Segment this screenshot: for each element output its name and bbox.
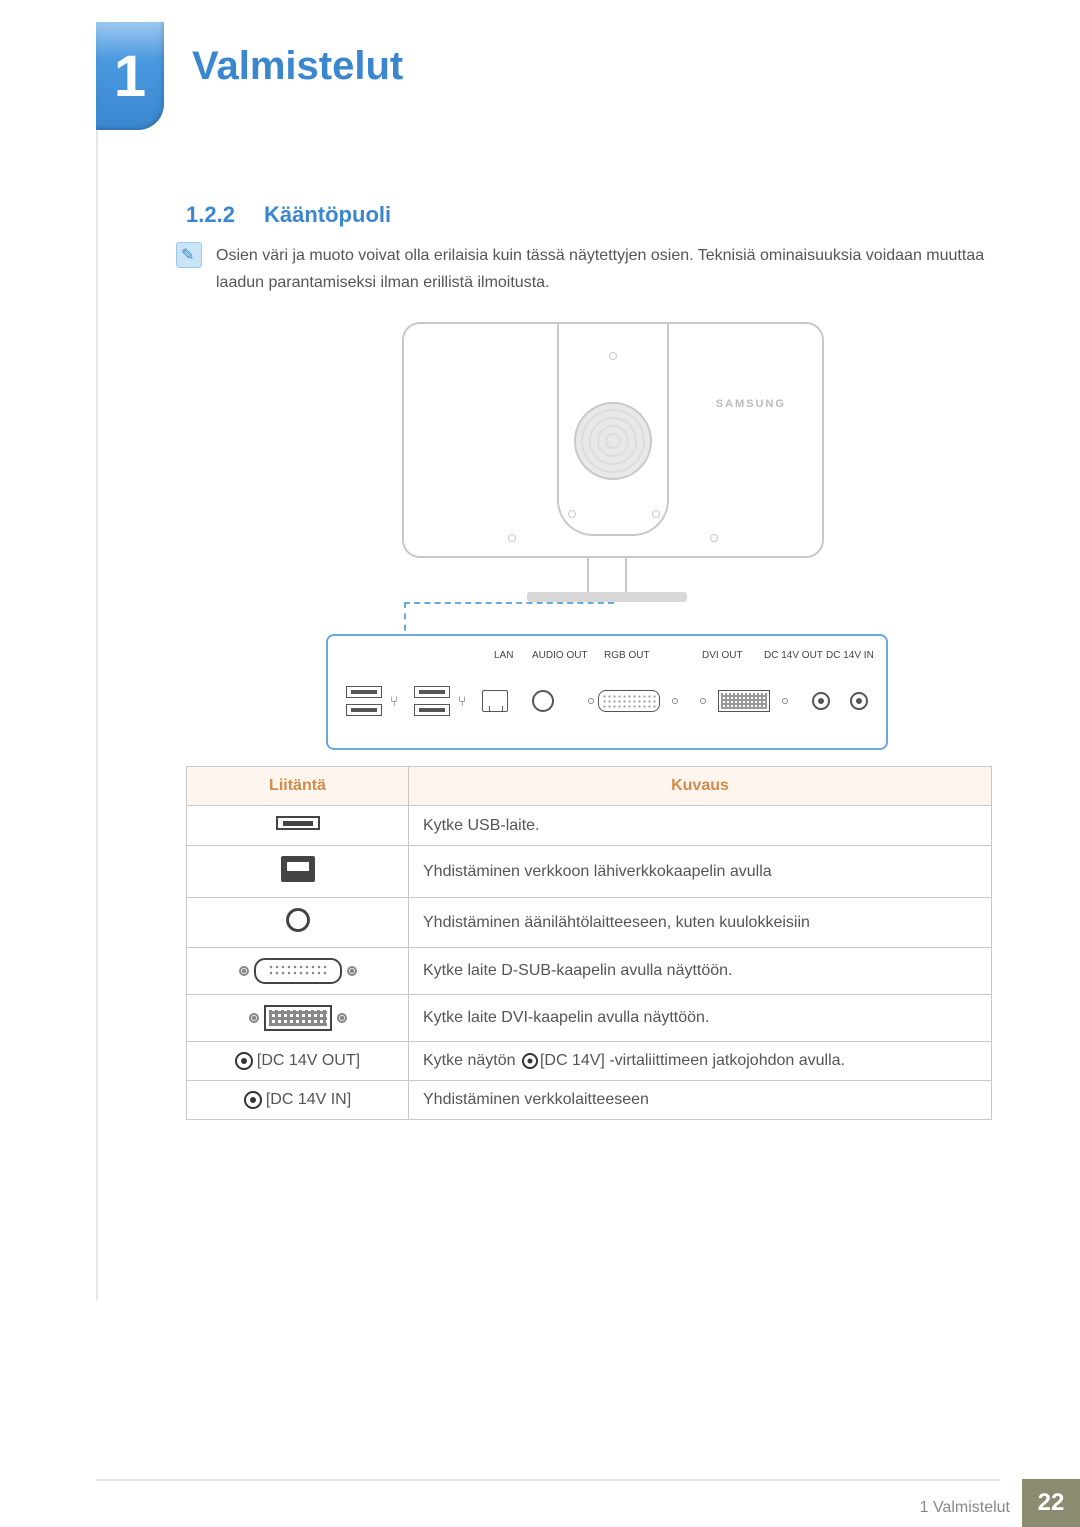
cell-port-dcout: [DC 14V OUT] [187, 1042, 409, 1081]
section-number: 1.2.2 [186, 202, 235, 228]
usb-port-icon [276, 816, 320, 830]
note-icon [176, 242, 202, 268]
vga-port-icon [254, 958, 342, 984]
connector-screw-icon [337, 1013, 347, 1023]
table-row: [DC 14V OUT] Kytke näytön [DC 14V] -virt… [187, 1042, 992, 1081]
usb-symbol-icon: ⑂ [458, 693, 468, 709]
cell-desc: Yhdistäminen äänilähtölaitteeseen, kuten… [409, 898, 992, 948]
connector-screw-icon [239, 966, 249, 976]
lan-port-icon [281, 856, 315, 882]
desc-pre: Kytke näytön [423, 1052, 520, 1069]
port-label-dc-in: DC 14V IN [826, 650, 874, 661]
table-row: Yhdistäminen verkkoon lähiverkkokaapelin… [187, 846, 992, 898]
cell-port-dvi [187, 995, 409, 1042]
screw-icon [568, 510, 576, 518]
section-title: Kääntöpuoli [264, 202, 391, 228]
audio-jack-icon [286, 908, 310, 932]
th-desc: Kuvaus [409, 767, 992, 806]
desc-mid: [DC 14V] [540, 1052, 609, 1069]
note-text: Osien väri ja muoto voivat olla erilaisi… [216, 242, 996, 296]
dc-jack-icon [235, 1052, 253, 1070]
left-margin-rule [96, 22, 98, 1300]
brand-text: SAMSUNG [716, 398, 786, 410]
port-label-dc-out: DC 14V OUT [764, 650, 823, 661]
th-port: Liitäntä [187, 767, 409, 806]
footer-page-number: 22 [1022, 1479, 1080, 1527]
table-row: Yhdistäminen äänilähtölaitteeseen, kuten… [187, 898, 992, 948]
audio-jack-icon [532, 690, 554, 712]
cell-desc: Kytke näytön [DC 14V] -virtaliittimeen j… [409, 1042, 992, 1081]
port-label-audio-out: AUDIO OUT [532, 650, 588, 661]
screw-icon [652, 510, 660, 518]
connector-screw-icon [700, 698, 706, 704]
dvi-port-icon [264, 1005, 332, 1031]
port-label-lan: LAN [494, 650, 513, 661]
chapter-title: Valmistelut [192, 44, 403, 89]
connector-screw-icon [588, 698, 594, 704]
screw-icon [508, 534, 516, 542]
cell-port-lan [187, 846, 409, 898]
cell-port-audio [187, 898, 409, 948]
chapter-number: 1 [114, 43, 146, 110]
table-row: Kytke USB-laite. [187, 806, 992, 846]
monitor-back-outline: SAMSUNG [402, 322, 824, 558]
usb-symbol-icon: ⑂ [390, 693, 400, 709]
dc-jack-icon [522, 1053, 538, 1069]
dc-jack-icon [244, 1091, 262, 1109]
page-footer: 1 Valmistelut 22 [0, 1479, 1080, 1527]
ports-row: ⑂ ⑂ [346, 678, 868, 724]
connector-screw-icon [672, 698, 678, 704]
cell-port-dcin: [DC 14V IN] [187, 1081, 409, 1120]
dc-out-label: [DC 14V OUT] [257, 1052, 360, 1069]
monitor-hinge-icon [574, 402, 652, 480]
cell-port-usb [187, 806, 409, 846]
vga-port-icon [598, 690, 660, 712]
dc-in-label: [DC 14V IN] [266, 1091, 351, 1108]
port-label-rgb-out: RGB OUT [604, 650, 650, 661]
port-description-table: Liitäntä Kuvaus Kytke USB-laite. Yhdistä… [186, 766, 992, 1120]
chapter-number-tab: 1 [96, 22, 164, 130]
footer-rule [96, 1479, 1000, 1481]
screw-icon [710, 534, 718, 542]
cell-desc: Kytke laite DVI-kaapelin avulla näyttöön… [409, 995, 992, 1042]
callout-line [404, 602, 614, 604]
screw-icon [609, 352, 617, 360]
footer-breadcrumb: 1 Valmistelut [920, 1499, 1010, 1517]
rear-view-diagram: SAMSUNG LAN AUDIO OUT RGB OUT DVI OUT DC… [326, 322, 888, 752]
cell-desc: Yhdistäminen verkkolaitteeseen [409, 1081, 992, 1120]
table-row: Kytke laite DVI-kaapelin avulla näyttöön… [187, 995, 992, 1042]
table-row: [DC 14V IN] Yhdistäminen verkkolaitteese… [187, 1081, 992, 1120]
dvi-port-icon [718, 690, 770, 712]
connector-screw-icon [347, 966, 357, 976]
connector-screw-icon [782, 698, 788, 704]
cell-desc: Kytke laite D-SUB-kaapelin avulla näyttö… [409, 948, 992, 995]
dc-jack-icon [812, 692, 830, 710]
port-label-dvi-out: DVI OUT [702, 650, 743, 661]
usb-port-pair-icon [346, 686, 382, 716]
lan-port-icon [482, 690, 508, 712]
cell-desc: Kytke USB-laite. [409, 806, 992, 846]
cell-desc: Yhdistäminen verkkoon lähiverkkokaapelin… [409, 846, 992, 898]
table-header-row: Liitäntä Kuvaus [187, 767, 992, 806]
dc-jack-icon [850, 692, 868, 710]
desc-post: -virtaliittimeen jatkojohdon avulla. [609, 1052, 845, 1069]
cell-port-vga [187, 948, 409, 995]
port-panel: LAN AUDIO OUT RGB OUT DVI OUT DC 14V OUT… [326, 634, 888, 750]
stand-base [527, 592, 687, 602]
table-row: Kytke laite D-SUB-kaapelin avulla näyttö… [187, 948, 992, 995]
usb-port-pair-icon [414, 686, 450, 716]
connector-screw-icon [249, 1013, 259, 1023]
